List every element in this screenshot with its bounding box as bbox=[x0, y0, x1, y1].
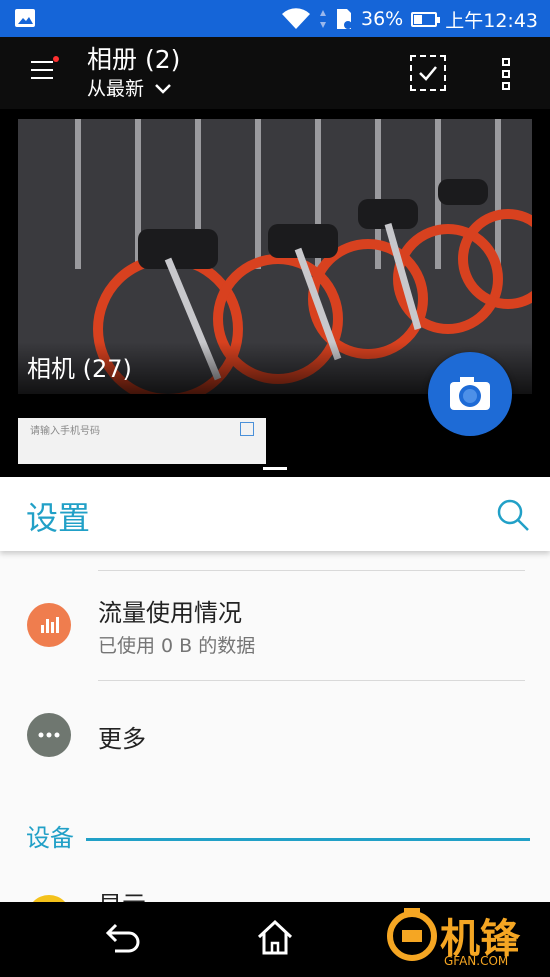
wifi-icon bbox=[282, 8, 310, 29]
section-divider bbox=[86, 838, 530, 841]
display-icon bbox=[27, 895, 71, 902]
gfan-logo-icon bbox=[387, 908, 437, 961]
contact-icon bbox=[240, 422, 254, 436]
settings-title: 设置 bbox=[26, 499, 91, 537]
camera-icon bbox=[450, 377, 490, 410]
sim-icon bbox=[337, 9, 352, 29]
settings-window: 设置 流量使用情况 已使用 0 B 的数据 更多 设备 显示 bbox=[0, 477, 550, 902]
navigation-bar: 机锋 GFAN.COM bbox=[0, 902, 550, 977]
select-mode-icon[interactable] bbox=[410, 55, 446, 91]
data-usage-icon bbox=[27, 603, 71, 647]
gallery-window: 相册 (2) 从最新 相机 (27) 请输入手机号码 bbox=[0, 37, 550, 470]
home-icon[interactable] bbox=[255, 917, 295, 957]
ad-placeholder-text: 请输入手机号码 bbox=[30, 426, 100, 437]
data-arrows-icon bbox=[320, 10, 326, 28]
divider bbox=[98, 570, 525, 571]
settings-item-subtitle: 已使用 0 B 的数据 bbox=[98, 635, 256, 657]
camera-button[interactable] bbox=[428, 352, 512, 436]
settings-header: 设置 bbox=[0, 477, 550, 551]
chevron-down-icon bbox=[155, 84, 171, 94]
back-icon[interactable] bbox=[103, 919, 143, 959]
settings-item-title: 更多 bbox=[98, 725, 146, 753]
search-icon[interactable] bbox=[495, 497, 531, 533]
ad-banner[interactable]: 请输入手机号码 bbox=[18, 418, 266, 464]
section-header-device: 设备 bbox=[26, 824, 74, 852]
settings-item-display[interactable]: 显示 bbox=[98, 885, 146, 902]
battery-icon bbox=[411, 11, 441, 27]
sort-label: 从最新 bbox=[87, 78, 145, 100]
sort-dropdown[interactable]: 从最新 bbox=[87, 77, 172, 101]
status-bar: 36% 上午12:43 bbox=[0, 0, 550, 37]
split-screen-handle[interactable] bbox=[263, 467, 287, 470]
gallery-app-bar: 相册 (2) 从最新 bbox=[0, 37, 550, 109]
settings-item-title: 流量使用情况 bbox=[98, 599, 242, 627]
more-horiz-icon bbox=[27, 713, 71, 757]
notification-dot bbox=[53, 56, 59, 62]
menu-icon[interactable] bbox=[31, 56, 59, 81]
divider bbox=[98, 680, 525, 681]
image-notification-icon bbox=[15, 9, 35, 27]
watermark-logo: 机锋 GFAN.COM bbox=[384, 904, 550, 974]
battery-percent: 36% bbox=[361, 8, 404, 30]
album-title: 相册 (2) bbox=[87, 45, 181, 74]
watermark-subtext: GFAN.COM bbox=[444, 954, 509, 968]
more-options-icon[interactable] bbox=[502, 58, 512, 90]
clock: 上午12:43 bbox=[445, 9, 538, 32]
album-name: 相机 (27) bbox=[27, 355, 132, 383]
